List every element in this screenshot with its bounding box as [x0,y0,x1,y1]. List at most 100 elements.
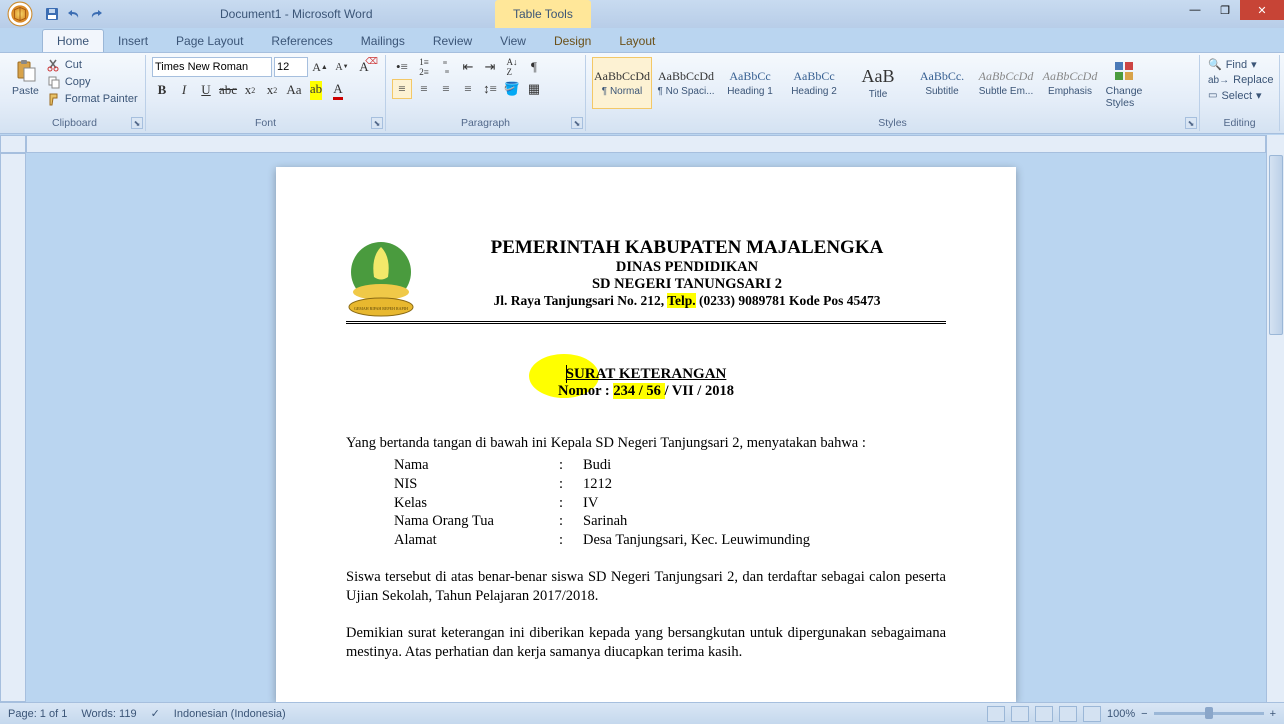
style--no-spaci-[interactable]: AaBbCcDd¶ No Spaci... [656,57,716,109]
increase-indent-button[interactable]: ⇥ [480,57,500,77]
horizontal-ruler[interactable] [26,135,1266,153]
numbering-button[interactable]: 1≡2≡ [414,57,434,77]
kop-line3: SD NEGERI TANUNGSARI 2 [428,276,946,293]
clipboard-launcher[interactable]: ⬊ [131,117,143,129]
tab-review[interactable]: Review [419,30,486,52]
kop-line2: DINAS PENDIDIKAN [428,259,946,276]
align-left-button[interactable]: ≡ [392,79,412,99]
italic-button[interactable]: I [174,80,194,100]
shrink-font-icon[interactable]: A▼ [332,57,352,77]
decrease-indent-button[interactable]: ⇤ [458,57,478,77]
zoom-slider[interactable] [1154,712,1264,715]
clear-format-icon[interactable]: A⌫ [354,57,374,77]
print-layout-view-button[interactable] [987,706,1005,722]
kop-line4: Jl. Raya Tanjungsari No. 212, Telp. (023… [428,293,946,309]
tab-home[interactable]: Home [42,29,104,52]
scroll-thumb[interactable] [1269,155,1283,335]
ruler-corner[interactable] [0,135,26,153]
format-painter-button[interactable]: Format Painter [45,91,140,107]
table-row: Nama Orang Tua:Sarinah [394,512,946,531]
tab-view[interactable]: View [486,30,540,52]
superscript-button[interactable]: x2 [262,80,282,100]
maximize-button[interactable]: ❐ [1210,0,1240,20]
styles-launcher[interactable]: ⬊ [1185,117,1197,129]
minimize-button[interactable]: — [1180,0,1210,20]
vertical-ruler[interactable] [0,153,26,702]
close-button[interactable]: ✕ [1240,0,1284,20]
align-center-button[interactable]: ≡ [414,79,434,99]
doc-nomor: Nomor : 234 / 56 / VII / 2018 [346,383,946,400]
status-proofing-icon[interactable]: ✓ [151,707,160,720]
office-button[interactable] [2,0,38,28]
grow-font-icon[interactable]: A▲ [310,57,330,77]
cut-button[interactable]: Cut [45,57,140,73]
font-name-select[interactable] [152,57,272,77]
subscript-button[interactable]: x2 [240,80,260,100]
style-title[interactable]: AaBTitle [848,57,908,109]
svg-text:GEMAH RIPAH REPEH RAPIH: GEMAH RIPAH REPEH RAPIH [354,306,408,311]
clipboard-group-label: Clipboard [10,115,139,129]
table-row: Kelas:IV [394,494,946,513]
align-right-button[interactable]: ≡ [436,79,456,99]
web-layout-view-button[interactable] [1035,706,1053,722]
style--normal[interactable]: AaBbCcDd¶ Normal [592,57,652,109]
tab-mailings[interactable]: Mailings [347,30,419,52]
underline-button[interactable]: U [196,80,216,100]
select-button[interactable]: ▭Select ▾ [1206,88,1264,103]
font-size-select[interactable] [274,57,308,77]
outline-view-button[interactable] [1059,706,1077,722]
replace-button[interactable]: ab→Replace [1206,73,1275,87]
zoom-slider-thumb[interactable] [1205,707,1213,719]
highlight-button[interactable]: ab [306,80,326,100]
font-launcher[interactable]: ⬊ [371,117,383,129]
styles-group-label: Styles [592,115,1193,129]
style-subtle-em-[interactable]: AaBbCcDdSubtle Em... [976,57,1036,109]
line-spacing-button[interactable]: ↕≡ [480,79,500,99]
tab-references[interactable]: References [257,30,346,52]
zoom-level[interactable]: 100% [1107,708,1135,720]
bold-button[interactable]: B [152,80,172,100]
bullets-button[interactable]: •≡ [392,57,412,77]
tab-design[interactable]: Design [540,30,605,52]
table-row: Nama:Budi [394,456,946,475]
full-screen-view-button[interactable] [1011,706,1029,722]
redo-icon[interactable] [88,6,104,22]
document-area[interactable]: GEMAH RIPAH REPEH RAPIH PEMERINTAH KABUP… [26,153,1266,702]
paste-label: Paste [12,85,39,97]
zoom-in-button[interactable]: + [1270,708,1276,720]
show-hide-button[interactable]: ¶ [524,57,544,77]
save-icon[interactable] [44,6,60,22]
font-group-label: Font [152,115,379,129]
find-button[interactable]: 🔍Find ▾ [1206,57,1259,72]
doc-p3: Demikian surat keterangan ini diberikan … [346,624,946,662]
sort-button[interactable]: A↓Z [502,57,522,77]
style-heading-2[interactable]: AaBbCcHeading 2 [784,57,844,109]
status-page[interactable]: Page: 1 of 1 [8,708,67,720]
borders-button[interactable]: ▦ [524,79,544,99]
zoom-out-button[interactable]: − [1141,708,1147,720]
draft-view-button[interactable] [1083,706,1101,722]
justify-button[interactable]: ≡ [458,79,478,99]
copy-button[interactable]: Copy [45,74,140,90]
paste-button[interactable]: Paste [10,57,41,99]
undo-icon[interactable] [66,6,82,22]
change-case-button[interactable]: Aa [284,80,304,100]
shading-button[interactable]: 🪣 [502,79,522,99]
multilevel-list-button[interactable]: ≡ ≡ [436,57,456,77]
style-emphasis[interactable]: AaBbCcDdEmphasis [1040,57,1100,109]
style-heading-1[interactable]: AaBbCcHeading 1 [720,57,780,109]
style-subtitle[interactable]: AaBbCc.Subtitle [912,57,972,109]
change-styles-button[interactable]: Change Styles [1104,57,1144,111]
doc-intro: Yang bertanda tangan di bawah ini Kepala… [346,434,946,453]
page[interactable]: GEMAH RIPAH REPEH RAPIH PEMERINTAH KABUP… [276,167,1016,702]
paragraph-launcher[interactable]: ⬊ [571,117,583,129]
strikethrough-button[interactable]: abc [218,80,238,100]
status-language[interactable]: Indonesian (Indonesia) [174,708,286,720]
vertical-scrollbar[interactable] [1266,135,1284,702]
tab-insert[interactable]: Insert [104,30,162,52]
tab-page-layout[interactable]: Page Layout [162,30,257,52]
doc-title: SURAT KETERANGAN [346,366,946,383]
status-words[interactable]: Words: 119 [81,708,136,720]
font-color-button[interactable]: A [328,80,348,100]
tab-layout[interactable]: Layout [605,30,669,52]
